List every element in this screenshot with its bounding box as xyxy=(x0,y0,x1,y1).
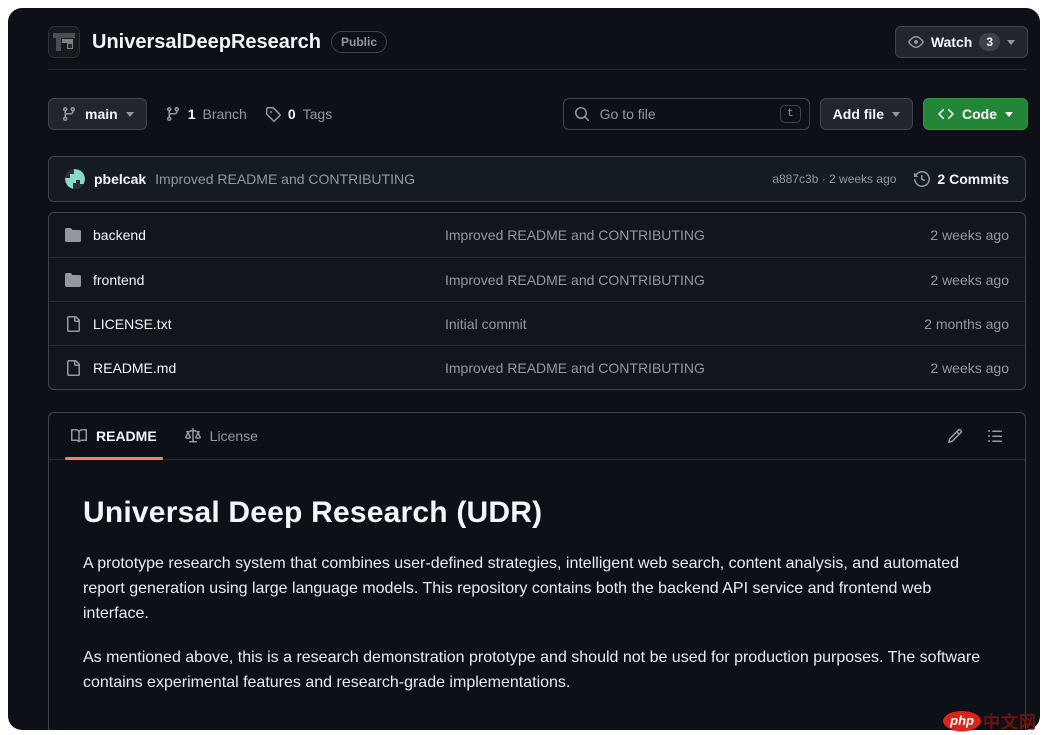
readme-paragraph: A prototype research system that combine… xyxy=(83,552,991,626)
repo-toolbar: main 1 Branch 0 Tags xyxy=(48,98,1028,130)
file-commit-message[interactable]: Improved README and CONTRIBUTING xyxy=(445,227,859,243)
tags-count: 0 xyxy=(288,106,296,122)
watch-label: Watch xyxy=(931,34,972,50)
tab-readme[interactable]: README xyxy=(57,413,171,459)
commit-author[interactable]: pbelcak xyxy=(94,171,146,187)
repo-owner-avatar[interactable] xyxy=(48,26,80,58)
nvidia-logo-icon xyxy=(49,27,79,57)
file-table: backend Improved README and CONTRIBUTING… xyxy=(48,212,1026,390)
commits-count-label: 2 Commits xyxy=(937,171,1009,187)
folder-icon xyxy=(65,272,81,288)
code-label: Code xyxy=(962,106,997,122)
commit-sha-time[interactable]: a887c3b · 2 weeks ago xyxy=(772,172,896,186)
repo-stats: 1 Branch 0 Tags xyxy=(165,106,333,122)
header-divider xyxy=(48,69,1026,70)
readme-actions xyxy=(947,428,1017,444)
folder-icon xyxy=(65,227,81,243)
chevron-down-icon xyxy=(126,112,134,117)
readme-content: Universal Deep Research (UDR) A prototyp… xyxy=(49,460,1025,696)
code-icon xyxy=(938,106,954,122)
git-branch-icon xyxy=(165,106,181,122)
repo-header: UniversalDeepResearch Public Watch 3 xyxy=(48,22,1028,62)
table-row[interactable]: frontend Improved README and CONTRIBUTIN… xyxy=(49,257,1025,301)
tab-license-label: License xyxy=(210,428,258,444)
readme-heading: Universal Deep Research (UDR) xyxy=(83,496,991,530)
add-file-label: Add file xyxy=(833,106,884,122)
file-icon xyxy=(65,316,81,332)
tags-label: Tags xyxy=(303,106,333,122)
current-branch-label: main xyxy=(85,106,118,122)
tags-link[interactable]: 0 Tags xyxy=(265,106,332,122)
file-commit-message[interactable]: Initial commit xyxy=(445,316,859,332)
outline-list-icon[interactable] xyxy=(987,428,1003,444)
book-icon xyxy=(71,428,87,444)
chevron-down-icon xyxy=(892,112,900,117)
file-name-link[interactable]: frontend xyxy=(93,272,144,288)
search-icon xyxy=(574,106,590,122)
php-cn-watermark: php 中文网 xyxy=(943,708,1037,733)
visibility-badge: Public xyxy=(331,31,387,53)
file-name-link[interactable]: README.md xyxy=(93,360,176,376)
go-to-file-search[interactable]: t xyxy=(563,98,810,130)
table-row[interactable]: backend Improved README and CONTRIBUTING… xyxy=(49,213,1025,257)
repo-page: UniversalDeepResearch Public Watch 3 mai… xyxy=(8,8,1040,730)
code-button[interactable]: Code xyxy=(923,98,1028,130)
pencil-icon[interactable] xyxy=(947,428,963,444)
history-icon xyxy=(914,171,930,187)
file-age: 2 weeks ago xyxy=(859,272,1009,288)
latest-commit-bar: pbelcak Improved README and CONTRIBUTING… xyxy=(48,156,1026,202)
keyboard-shortcut-badge: t xyxy=(780,105,801,123)
readme-tab-bar: README License xyxy=(49,413,1025,460)
commit-message[interactable]: Improved README and CONTRIBUTING xyxy=(155,171,415,187)
repo-title[interactable]: UniversalDeepResearch xyxy=(92,31,321,54)
file-age: 2 weeks ago xyxy=(859,227,1009,243)
tab-readme-label: README xyxy=(96,428,157,444)
file-commit-message[interactable]: Improved README and CONTRIBUTING xyxy=(445,272,859,288)
watermark-text: 中文网 xyxy=(983,708,1037,733)
table-row[interactable]: LICENSE.txt Initial commit 2 months ago xyxy=(49,301,1025,345)
branches-count: 1 xyxy=(188,106,196,122)
file-name-link[interactable]: backend xyxy=(93,227,146,243)
branch-selector-button[interactable]: main xyxy=(48,98,147,130)
watch-count: 3 xyxy=(979,33,1000,51)
commit-author-avatar[interactable] xyxy=(65,169,85,189)
add-file-button[interactable]: Add file xyxy=(820,98,913,130)
search-input[interactable] xyxy=(598,105,772,123)
file-icon xyxy=(65,360,81,376)
commits-history-link[interactable]: 2 Commits xyxy=(914,171,1009,187)
readme-card: README License Universal Deep Research (… xyxy=(48,412,1026,730)
git-branch-icon xyxy=(61,106,77,122)
chevron-down-icon xyxy=(1007,40,1015,45)
law-icon xyxy=(185,428,201,444)
chevron-down-icon xyxy=(1005,112,1013,117)
php-logo: php xyxy=(943,711,981,731)
watch-button[interactable]: Watch 3 xyxy=(895,26,1028,58)
tab-license[interactable]: License xyxy=(171,413,272,459)
file-commit-message[interactable]: Improved README and CONTRIBUTING xyxy=(445,360,859,376)
tag-icon xyxy=(265,106,281,122)
file-name-link[interactable]: LICENSE.txt xyxy=(93,316,172,332)
file-age: 2 months ago xyxy=(859,316,1009,332)
eye-icon xyxy=(908,34,924,50)
table-row[interactable]: README.md Improved README and CONTRIBUTI… xyxy=(49,345,1025,389)
readme-paragraph: As mentioned above, this is a research d… xyxy=(83,646,991,696)
branches-link[interactable]: 1 Branch xyxy=(165,106,247,122)
file-age: 2 weeks ago xyxy=(859,360,1009,376)
branches-label: Branch xyxy=(202,106,246,122)
